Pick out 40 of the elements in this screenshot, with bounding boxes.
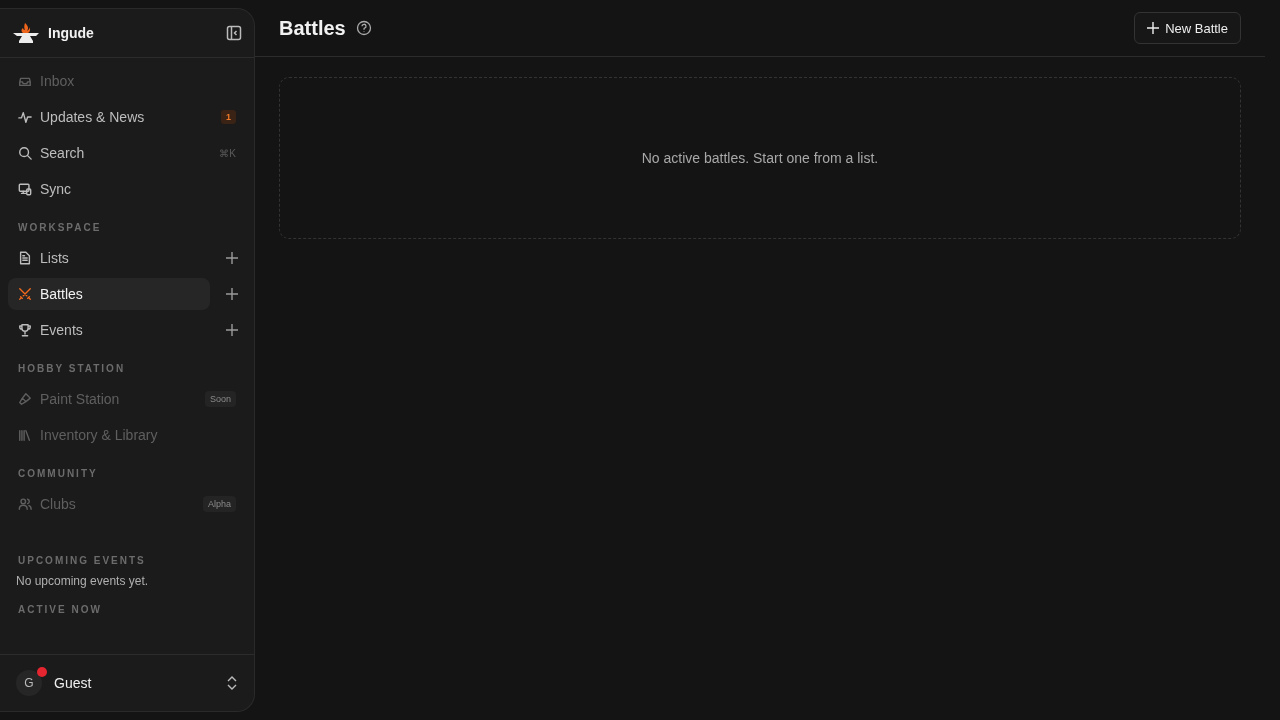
sidebar-item[interactable]: Updates & News 1	[8, 101, 246, 133]
sidebar-item[interactable]: Search ⌘K	[8, 137, 246, 169]
pulse-icon	[18, 110, 32, 124]
help-icon[interactable]	[355, 20, 372, 36]
shortcut-hint: ⌘K	[219, 147, 236, 159]
user-name: Guest	[54, 675, 93, 691]
section-heading: HOBBY STATION	[17, 363, 127, 374]
collapse-sidebar-button[interactable]	[226, 25, 242, 41]
plus-icon	[226, 324, 238, 336]
section-heading: WORKSPACE	[17, 222, 103, 233]
plus-icon	[226, 288, 238, 300]
sidebar-item[interactable]: Sync	[8, 173, 246, 205]
section-heading: ACTIVE NOW	[17, 604, 103, 615]
section-heading: UPCOMING EVENTS	[17, 555, 147, 566]
status-tag: Alpha	[202, 496, 236, 512]
empty-message: No active battles. Start one from a list.	[641, 150, 879, 166]
books-icon	[18, 428, 32, 442]
anvil-flame-logo	[12, 22, 40, 44]
empty-message: No upcoming events yet.	[15, 574, 150, 588]
document-icon	[18, 251, 32, 265]
chevrons-icon	[226, 675, 238, 691]
page-title: Battles	[279, 16, 346, 40]
plus-icon	[1147, 22, 1160, 34]
users-icon	[18, 497, 32, 511]
plus-icon	[226, 252, 238, 264]
devices-icon	[18, 182, 32, 196]
crossed-swords-icon	[18, 287, 32, 301]
sidebar-toggle-icon	[226, 25, 242, 41]
section-heading: COMMUNITY	[17, 468, 99, 479]
app-name: Ingude	[48, 25, 95, 41]
account-switcher-button[interactable]	[226, 675, 238, 691]
status-tag: Soon	[204, 391, 236, 407]
search-icon	[18, 146, 32, 160]
sidebar-item[interactable]: Events	[8, 314, 210, 346]
trophy-icon	[18, 323, 32, 337]
count-badge: 1	[221, 110, 236, 124]
brush-icon	[18, 392, 32, 406]
new-battle-button[interactable]: New Battle	[1134, 12, 1241, 44]
sidebar-item[interactable]: Battles	[8, 278, 210, 310]
sidebar-item[interactable]: Lists	[8, 242, 210, 274]
